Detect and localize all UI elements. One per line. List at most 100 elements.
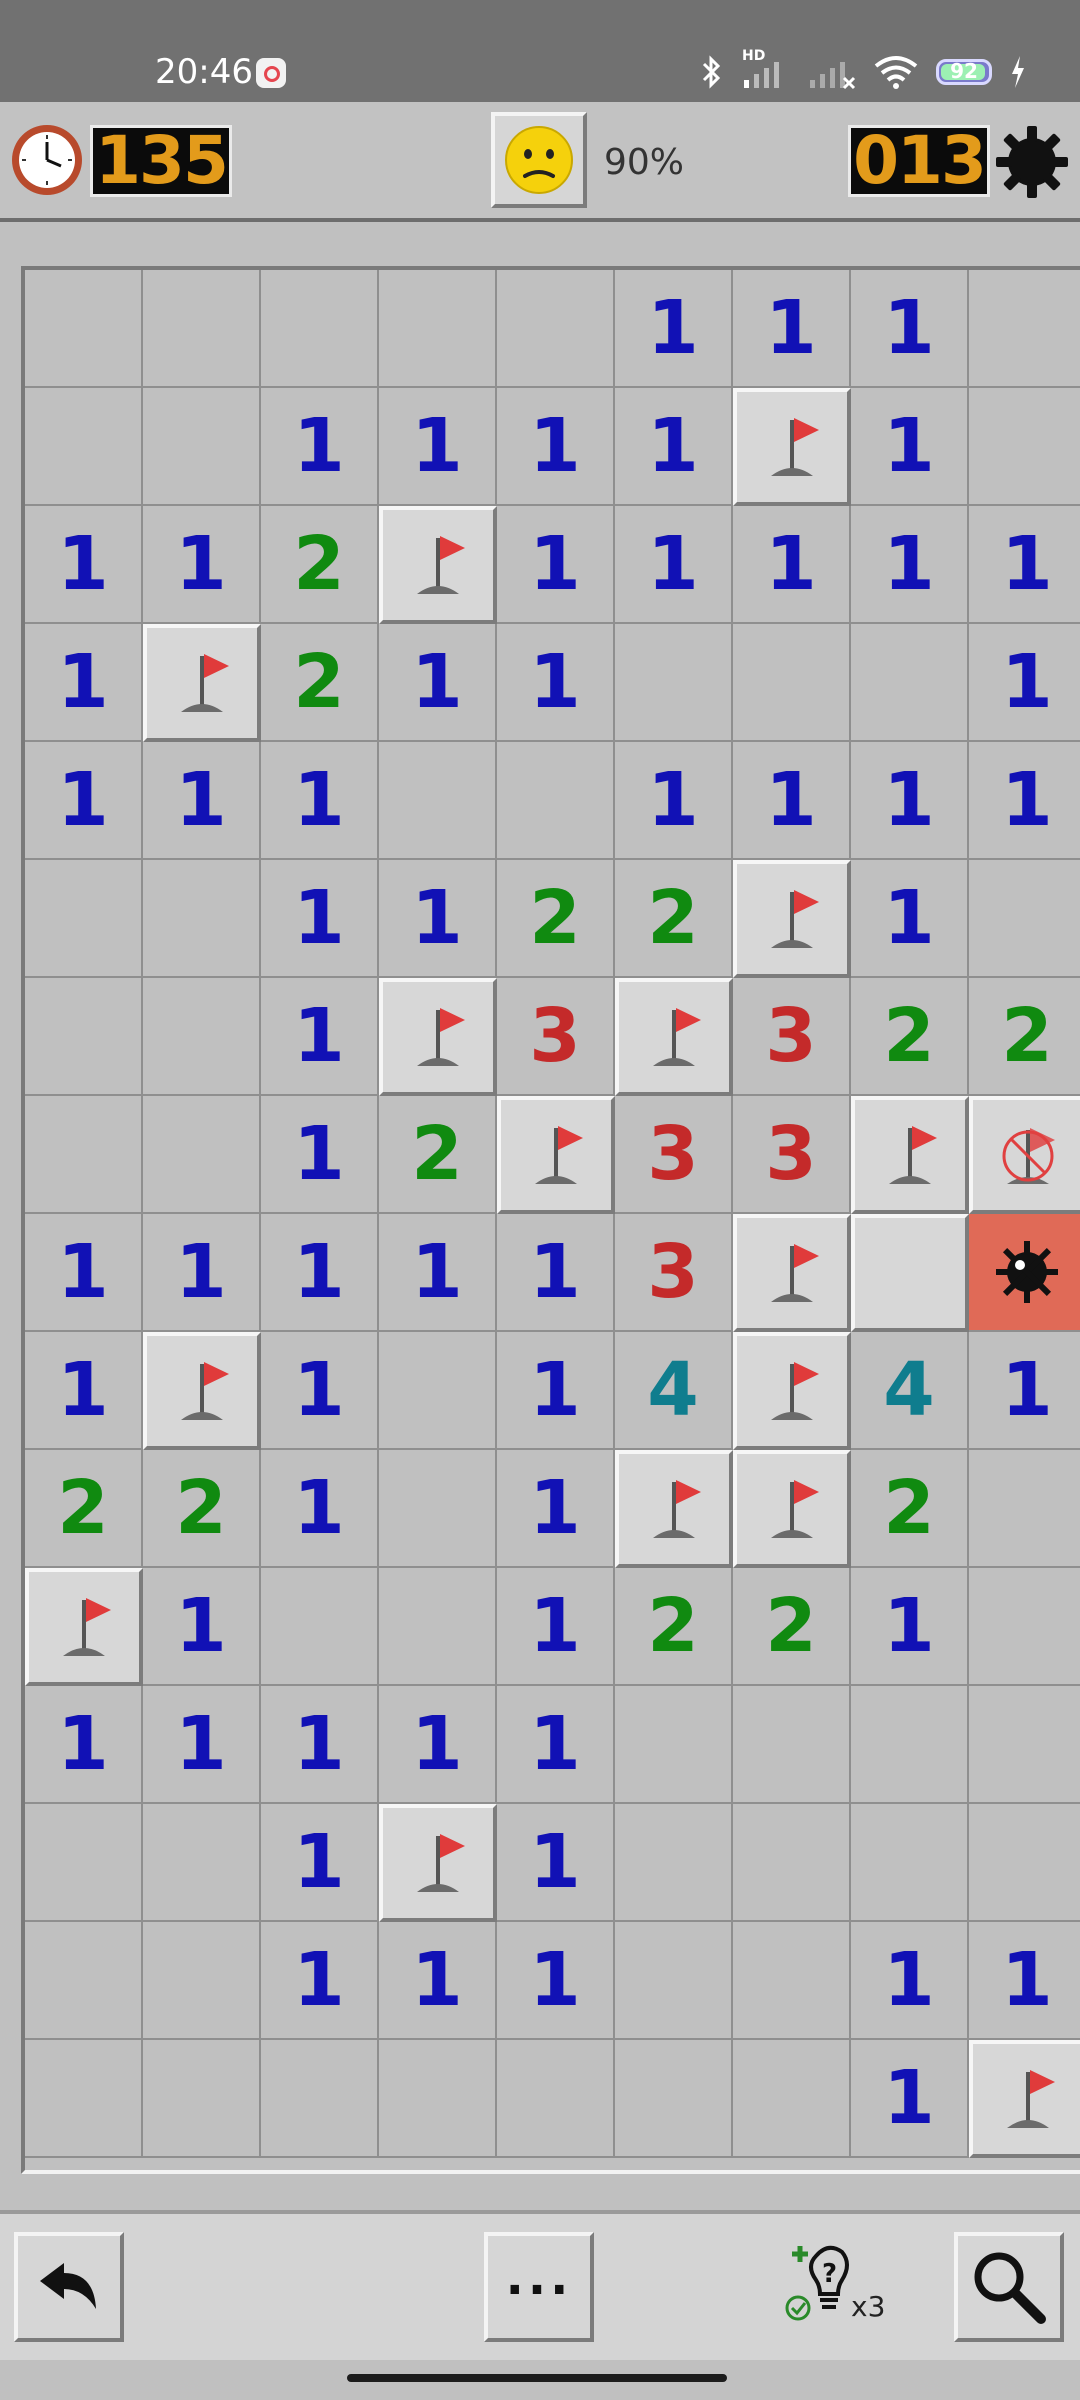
grid-cell[interactable]: [25, 1922, 143, 2040]
grid-cell[interactable]: 1: [25, 1686, 143, 1804]
grid-cell[interactable]: [497, 270, 615, 388]
grid-cell[interactable]: 1: [497, 1922, 615, 2040]
grid-cell[interactable]: 3: [615, 1214, 733, 1332]
grid-cell[interactable]: 2: [733, 1568, 851, 1686]
grid-cell[interactable]: [143, 1922, 261, 2040]
grid-cell[interactable]: 1: [379, 860, 497, 978]
grid-cell[interactable]: [851, 1804, 969, 1922]
grid-cell[interactable]: [25, 978, 143, 1096]
grid-cell[interactable]: 1: [497, 624, 615, 742]
grid-cell[interactable]: [143, 860, 261, 978]
grid-cell[interactable]: [733, 1332, 851, 1450]
grid-cell[interactable]: 1: [25, 1332, 143, 1450]
grid-cell[interactable]: 2: [261, 506, 379, 624]
grid-cell[interactable]: 1: [497, 1214, 615, 1332]
grid-cell[interactable]: [379, 270, 497, 388]
grid-cell[interactable]: [143, 270, 261, 388]
grid-cell[interactable]: 1: [851, 2040, 969, 2158]
grid-cell[interactable]: [497, 1096, 615, 1214]
grid-cell[interactable]: 1: [379, 624, 497, 742]
grid-cell[interactable]: [25, 1568, 143, 1686]
grid-cell[interactable]: 1: [379, 1922, 497, 2040]
grid-cell[interactable]: [969, 1450, 1080, 1568]
grid-cell[interactable]: 3: [497, 978, 615, 1096]
undo-button[interactable]: [14, 2232, 124, 2342]
grid-cell[interactable]: [25, 1804, 143, 1922]
grid-cell[interactable]: [615, 978, 733, 1096]
grid-cell[interactable]: 3: [615, 1096, 733, 1214]
grid-cell[interactable]: [851, 1096, 969, 1214]
grid-cell[interactable]: [261, 1568, 379, 1686]
grid-cell[interactable]: [733, 1686, 851, 1804]
grid-cell[interactable]: 1: [733, 506, 851, 624]
grid-cell[interactable]: [143, 388, 261, 506]
grid-cell[interactable]: 1: [969, 742, 1080, 860]
grid-cell[interactable]: 2: [851, 1450, 969, 1568]
grid-cell[interactable]: 1: [261, 742, 379, 860]
grid-cell[interactable]: 1: [261, 1450, 379, 1568]
grid-cell[interactable]: [969, 2040, 1080, 2158]
grid-cell[interactable]: 2: [851, 978, 969, 1096]
grid-cell[interactable]: [379, 742, 497, 860]
grid-cell[interactable]: 4: [615, 1332, 733, 1450]
grid-cell[interactable]: [733, 2040, 851, 2158]
grid-cell[interactable]: 1: [143, 1568, 261, 1686]
grid-cell[interactable]: [851, 624, 969, 742]
grid-cell[interactable]: [969, 388, 1080, 506]
grid-cell[interactable]: 1: [25, 742, 143, 860]
grid-cell[interactable]: 1: [143, 742, 261, 860]
grid-cell[interactable]: [733, 1450, 851, 1568]
grid-cell[interactable]: [615, 1922, 733, 2040]
grid-cell[interactable]: 1: [615, 506, 733, 624]
grid-cell[interactable]: [379, 1568, 497, 1686]
grid-cell[interactable]: [733, 1214, 851, 1332]
grid-cell[interactable]: 1: [969, 624, 1080, 742]
grid-cell[interactable]: [851, 1686, 969, 1804]
grid-cell[interactable]: 1: [497, 506, 615, 624]
grid-cell[interactable]: 1: [851, 1568, 969, 1686]
grid-cell[interactable]: 1: [969, 1922, 1080, 2040]
grid-cell[interactable]: 1: [261, 978, 379, 1096]
grid-cell[interactable]: [615, 1686, 733, 1804]
grid-cell[interactable]: [733, 1922, 851, 2040]
grid-cell[interactable]: 2: [969, 978, 1080, 1096]
grid-cell[interactable]: [143, 1096, 261, 1214]
grid-cell[interactable]: 1: [851, 860, 969, 978]
grid-cell[interactable]: [733, 624, 851, 742]
grid-cell[interactable]: [969, 1096, 1080, 1214]
grid-cell[interactable]: [25, 860, 143, 978]
grid-cell[interactable]: 1: [851, 388, 969, 506]
grid-cell[interactable]: 1: [615, 742, 733, 860]
grid-cell[interactable]: [379, 1332, 497, 1450]
grid-cell[interactable]: [143, 2040, 261, 2158]
grid-cell[interactable]: [615, 1804, 733, 1922]
grid-cell[interactable]: 1: [143, 1214, 261, 1332]
grid-cell[interactable]: 2: [379, 1096, 497, 1214]
grid-cell[interactable]: 1: [261, 388, 379, 506]
grid-cell[interactable]: 1: [25, 624, 143, 742]
grid-cell[interactable]: [379, 1450, 497, 1568]
grid-cell[interactable]: [733, 860, 851, 978]
grid-cell[interactable]: 1: [497, 1568, 615, 1686]
grid-cell[interactable]: 1: [261, 1332, 379, 1450]
grid-cell[interactable]: [25, 1096, 143, 1214]
grid-cell[interactable]: 2: [25, 1450, 143, 1568]
grid-cell[interactable]: 3: [733, 978, 851, 1096]
grid-cell[interactable]: [379, 978, 497, 1096]
grid-cell[interactable]: [143, 1332, 261, 1450]
grid-cell[interactable]: 1: [497, 1686, 615, 1804]
grid-cell[interactable]: 1: [25, 1214, 143, 1332]
grid-cell[interactable]: 1: [143, 506, 261, 624]
grid-cell[interactable]: [25, 270, 143, 388]
reset-face-button[interactable]: [491, 112, 587, 208]
grid-cell[interactable]: [25, 388, 143, 506]
grid-cell[interactable]: [379, 2040, 497, 2158]
grid-cell[interactable]: [615, 2040, 733, 2158]
grid-cell[interactable]: [261, 270, 379, 388]
grid-cell[interactable]: 4: [851, 1332, 969, 1450]
grid-cell[interactable]: [143, 624, 261, 742]
grid-cell[interactable]: [969, 1804, 1080, 1922]
grid-cell[interactable]: [379, 506, 497, 624]
grid-cell[interactable]: 1: [969, 1332, 1080, 1450]
grid-cell[interactable]: 1: [379, 388, 497, 506]
